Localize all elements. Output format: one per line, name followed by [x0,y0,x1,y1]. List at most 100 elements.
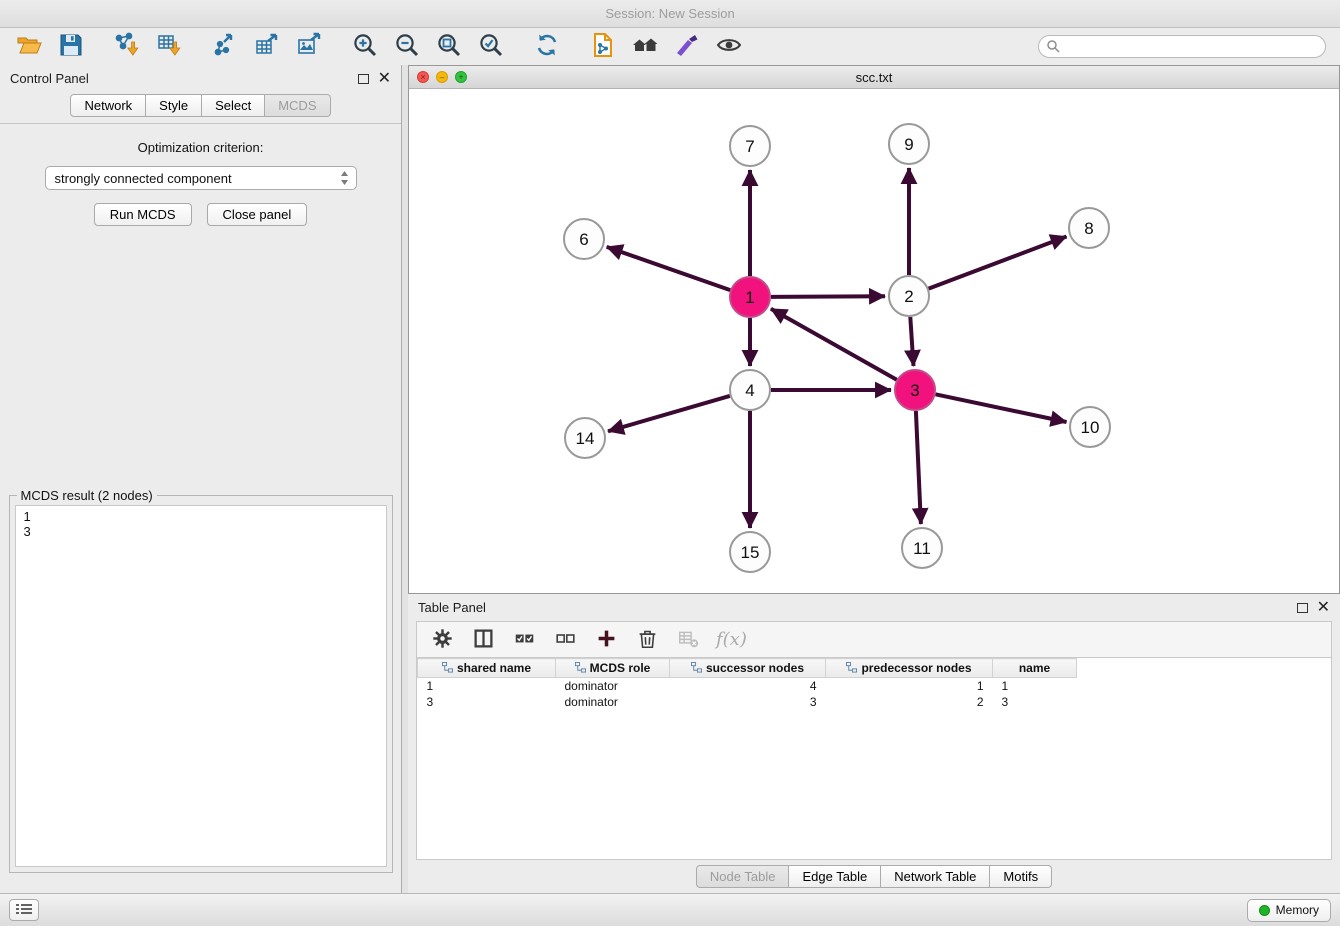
tab-edge-table[interactable]: Edge Table [789,865,881,888]
unchecked-boxes-icon [555,628,576,652]
table-cell: 3 [993,694,1077,710]
network-window-titlebar[interactable]: scc.txt × – + [409,66,1339,89]
tab-network[interactable]: Network [70,94,146,117]
save-session-button[interactable] [56,32,86,62]
column-header-mcds-role[interactable]: MCDS role [556,659,670,678]
column-header-name[interactable]: name [993,659,1077,678]
column-header-predecessor-nodes[interactable]: predecessor nodes [826,659,993,678]
import-network-button[interactable] [112,32,142,62]
zoom-fit-button[interactable] [434,32,464,62]
graph-node-label: 4 [745,381,754,400]
table-header-row: shared name MCDS role successor nodes pr… [418,659,1077,678]
control-panel-header: Control Panel ✕ [0,65,401,92]
search-input[interactable] [1038,35,1326,58]
show-columns-button[interactable] [470,627,496,653]
column-header-shared-name[interactable]: shared name [418,659,556,678]
trash-icon [637,628,658,652]
function-builder-button[interactable]: f(x) [716,627,747,653]
memory-button[interactable]: Memory [1247,899,1331,922]
table-cell: 1 [418,678,556,694]
table-row[interactable]: 1dominator411 [418,678,1077,694]
zoom-fit-icon [436,32,462,61]
mcds-panel-content: Optimization criterion: strongly connect… [0,123,401,893]
add-column-button[interactable] [593,627,619,653]
import-table-button[interactable] [154,32,184,62]
export-image-icon [296,32,322,61]
export-network-button[interactable] [210,32,240,62]
control-panel: Control Panel ✕ Network Style Select MCD… [0,65,402,893]
float-table-panel-icon[interactable] [1297,603,1308,613]
table-panel: Table Panel ✕ [408,594,1340,893]
select-all-rows-button[interactable] [511,627,537,653]
deselect-all-rows-button[interactable] [552,627,578,653]
delete-column-button[interactable] [634,627,660,653]
network-file-icon [590,32,616,61]
column-header-successor-nodes[interactable]: successor nodes [670,659,826,678]
show-hide-button[interactable] [714,32,744,62]
table-settings-button[interactable] [429,627,455,653]
close-panel-icon[interactable]: ✕ [378,74,391,84]
graph-node-label: 3 [910,381,919,400]
main-toolbar [0,28,1340,65]
save-floppy-icon [58,32,84,61]
node-table: shared name MCDS role successor nodes pr… [417,658,1077,710]
graph-edge-1-6[interactable] [607,247,731,290]
criterion-dropdown-value: strongly connected component [55,171,232,186]
graph-edge-2-3[interactable] [910,317,913,366]
zoom-in-button[interactable] [350,32,380,62]
tab-style[interactable]: Style [146,94,202,117]
tab-node-table[interactable]: Node Table [696,865,790,888]
home-button[interactable] [630,32,660,62]
table-cell: dominator [556,694,670,710]
zoom-selected-button[interactable] [476,32,506,62]
graph-edge-1-2[interactable] [771,296,885,297]
graph-edge-3-11[interactable] [916,411,921,524]
graph-edge-3-1[interactable] [771,309,897,380]
application-window: Session: New Session [0,0,1340,926]
optimization-criterion-label: Optimization criterion: [138,140,264,155]
table-cell: 1 [826,678,993,694]
tab-mcds[interactable]: MCDS [265,94,330,117]
network-graph[interactable]: 7968124314101511 [409,89,1339,593]
criterion-dropdown[interactable]: strongly connected component [45,166,357,190]
plus-icon [596,628,617,652]
table-row[interactable]: 3dominator323 [418,694,1077,710]
task-history-button[interactable] [9,899,39,921]
columns-icon [473,628,494,652]
tab-network-table[interactable]: Network Table [881,865,990,888]
network-file-button[interactable] [588,32,618,62]
eye-icon [716,32,742,61]
graph-node-label: 11 [913,539,931,558]
network-canvas[interactable]: 7968124314101511 [409,89,1339,593]
graph-node-label: 7 [745,137,754,156]
close-table-panel-icon[interactable]: ✕ [1317,603,1330,613]
float-panel-icon[interactable] [358,74,369,84]
list-icon [16,903,32,918]
column-type-icon [575,662,586,676]
delete-table-button[interactable] [675,627,701,653]
mcds-result-list[interactable]: 1 3 [15,505,387,867]
table-cell: 3 [670,694,826,710]
run-mcds-button[interactable]: Run MCDS [94,203,192,226]
open-session-button[interactable] [14,32,44,62]
network-window-title: scc.txt [409,70,1339,85]
table-cell: 2 [826,694,993,710]
zoom-out-button[interactable] [392,32,422,62]
export-image-button[interactable] [294,32,324,62]
table-cell: 1 [993,678,1077,694]
status-bar: Memory [0,893,1340,926]
graph-edge-4-14[interactable] [608,396,730,431]
style-brush-button[interactable] [672,32,702,62]
graph-edge-2-8[interactable] [929,237,1067,289]
apply-layout-button[interactable] [532,32,562,62]
tab-motifs[interactable]: Motifs [990,865,1052,888]
close-panel-button[interactable]: Close panel [207,203,308,226]
graph-edge-3-10[interactable] [936,394,1067,422]
control-panel-tabs: Network Style Select MCDS [0,92,401,123]
column-type-icon [442,662,453,676]
export-table-icon [254,32,280,61]
export-table-button[interactable] [252,32,282,62]
import-network-icon [114,32,140,61]
tab-select[interactable]: Select [202,94,265,117]
export-network-icon [212,32,238,61]
